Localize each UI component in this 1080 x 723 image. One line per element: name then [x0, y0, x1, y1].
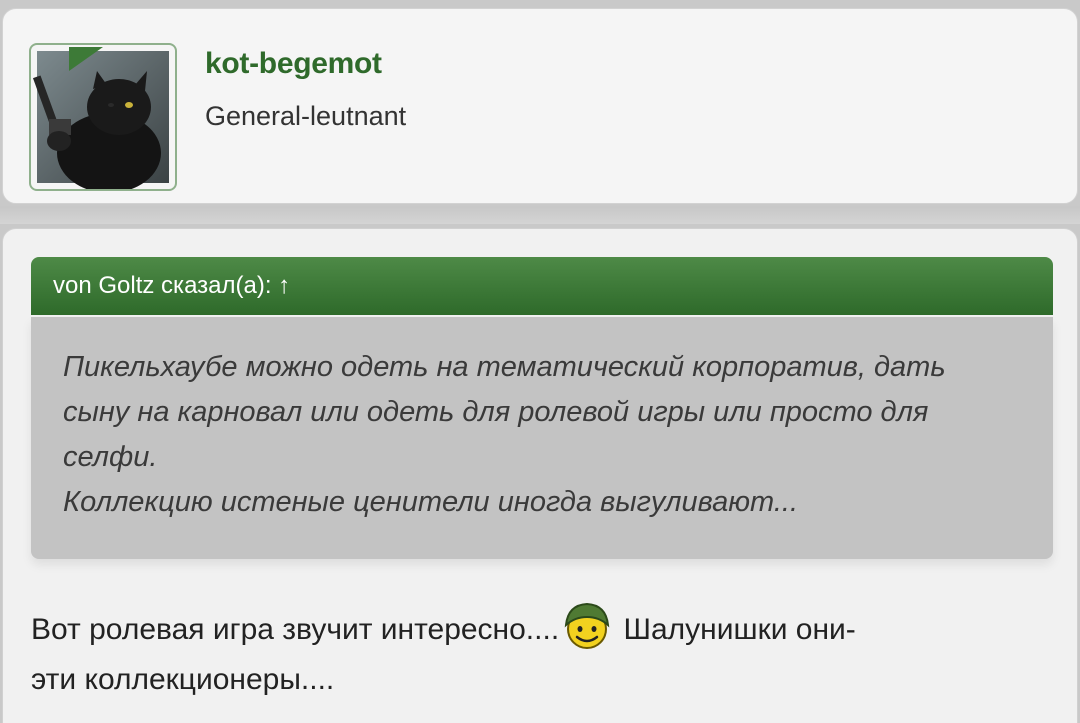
quote-body: Пикельхаубе можно одеть на тематический …	[31, 317, 1053, 559]
user-avatar[interactable]	[29, 43, 177, 191]
username-link[interactable]: kot-begemot	[205, 47, 382, 81]
quote-line: селфи.	[63, 441, 158, 473]
avatar-cat-image	[32, 47, 169, 189]
reply-text: Вот ролевая игра звучит интересно.... Ша…	[31, 599, 1061, 705]
user-rank: General-leutnant	[205, 101, 407, 131]
quote-line: Пикельхаубе можно одеть на тематический …	[63, 351, 946, 383]
reply-text-line2: эти коллекционеры....	[31, 663, 335, 696]
post-separator	[0, 206, 1080, 224]
reply-text-part2: Шалунишки они-	[615, 613, 856, 646]
quote-line: Коллекцию истеные ценители иногда выгули…	[63, 486, 799, 518]
soldier-smiley-icon	[559, 599, 615, 651]
reply-text-part1: Вот ролевая игра звучит интересно....	[31, 613, 560, 646]
quote-line: сыну на карновал или одеть для ролевой и…	[63, 396, 929, 428]
user-card: kot-begemot General-leutnant	[2, 8, 1078, 204]
post-card: von Goltz сказал(а): ↑ Пикельхаубе можно…	[2, 228, 1078, 723]
quote-header-link[interactable]: von Goltz сказал(а): ↑	[31, 257, 1053, 315]
